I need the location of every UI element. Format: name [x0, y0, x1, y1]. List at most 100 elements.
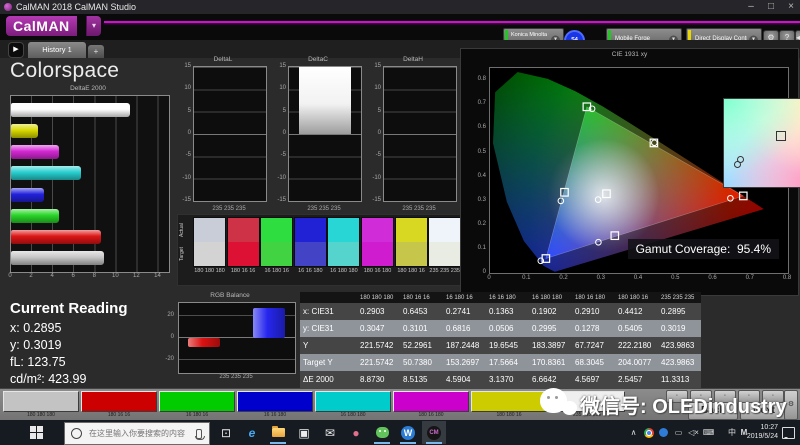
store-icon[interactable]: ▣ — [292, 421, 316, 444]
table-cell: 0.1363 — [486, 303, 529, 320]
table-cell: 50.7380 — [400, 354, 443, 371]
reading-y: y: 0.3019 — [10, 338, 61, 352]
tab-history-1[interactable]: History 1 — [28, 42, 86, 58]
delta-bar — [299, 67, 351, 134]
deltae-bar-row — [11, 124, 169, 138]
cie-chromaticity-chart: Gamut Coverage: 95.4% — [489, 67, 789, 274]
swatch-label: 180 180 16 — [395, 268, 428, 274]
table-cell: 4.5904 — [443, 371, 486, 388]
deltae-bar-gray — [11, 251, 104, 265]
axis-tick-label: 0.8 — [783, 275, 791, 281]
add-tab-button[interactable]: + — [88, 45, 104, 58]
back-button[interactable]: Back — [688, 402, 738, 420]
strip-settings-button[interactable]: ⚙ — [784, 390, 798, 420]
swatch-label: 235 235 235 — [428, 268, 461, 274]
strip-toolbar-button-1[interactable]: ◦ — [666, 390, 688, 403]
window-title: CalMAN 2018 CalMAN Studio — [16, 0, 136, 14]
strip-patch-label: 180 16 180 — [393, 412, 469, 418]
delta-chart-plot — [383, 66, 457, 202]
clock-time: 10:27 — [747, 423, 778, 432]
wechat-icon[interactable] — [370, 421, 394, 444]
axis-tick-label: 0.7 — [746, 275, 754, 281]
axis-tick-label: -15 — [182, 197, 191, 203]
rgb-bar-blue — [253, 308, 284, 338]
actual-row-label: Actual — [179, 218, 189, 242]
task-view-icon[interactable]: ⊡ — [214, 421, 238, 444]
rgb-balance-chart — [178, 302, 296, 374]
next-button[interactable]: Next — [740, 402, 788, 420]
volume-muted-icon[interactable]: ◁× — [686, 420, 701, 445]
start-button[interactable] — [30, 426, 43, 439]
swatch-label: 180 16 16 — [227, 268, 260, 274]
swatch-label: 16 180 16 — [260, 268, 293, 274]
swatch-4 — [294, 217, 327, 267]
app-pink-icon[interactable]: ● — [344, 421, 368, 444]
axis-tick-label: -20 — [165, 356, 174, 362]
chrome-tray-icon[interactable] — [641, 420, 656, 445]
axis-tick-label: 5 — [283, 108, 286, 114]
close-button[interactable]: × — [782, 0, 800, 14]
swatch-label: 16 16 180 — [294, 268, 327, 274]
swatch-6 — [361, 217, 394, 267]
axis-tick-label: 0.3 — [597, 275, 605, 281]
swatch-8 — [428, 217, 461, 267]
strip-patch-label: 180 16 16 — [81, 412, 157, 418]
swatch-comparison-panel: Actual Target 180 180 180180 16 1616 180… — [177, 214, 462, 286]
mail-icon[interactable]: ✉ — [318, 421, 342, 444]
table-cell: 19.6545 — [486, 337, 529, 354]
deltae-chart — [10, 95, 170, 273]
taskbar-search[interactable] — [64, 422, 210, 445]
calman-icon[interactable]: CM — [422, 421, 446, 444]
axis-tick-label: 0.6 — [478, 124, 486, 130]
delta-panel-deltah: DeltaH151050-5-10-15235 235 235 — [369, 56, 457, 212]
maximize-button[interactable]: □ — [762, 0, 780, 14]
table-row: ΔE 20008.87308.51354.59043.13706.66424.5… — [300, 371, 701, 388]
table-cell: 67.7247 — [572, 337, 615, 354]
axis-tick-label: 0.2 — [478, 221, 486, 227]
table-cell: 0.2995 — [529, 320, 572, 337]
axis-tick-label: -5 — [281, 152, 286, 158]
ime-indicator[interactable]: 中 — [726, 420, 738, 445]
table-cell: 0.3019 — [658, 320, 701, 337]
minimize-button[interactable]: – — [742, 0, 760, 14]
delta-x-label: 235 235 235 — [383, 206, 455, 212]
notification-center-icon[interactable] — [782, 427, 795, 439]
table-cell: 0.1902 — [529, 303, 572, 320]
file-explorer-icon[interactable] — [266, 421, 290, 444]
calman-app-window: CalMAN 2018 CalMAN Studio – □ × CalMAN ▾… — [0, 0, 800, 445]
calman-logo-button[interactable]: CalMAN — [6, 16, 77, 36]
taskbar-clock[interactable]: 10:27 2019/5/24 — [747, 423, 778, 441]
battery-icon[interactable]: ▭ — [671, 420, 686, 445]
tray-expand-icon[interactable]: ∧ — [626, 420, 641, 445]
zero-line — [289, 134, 361, 135]
table-cell: 68.3045 — [572, 354, 615, 371]
deltae-chart-title: DeltaE 2000 — [6, 85, 170, 92]
chevron-down-icon[interactable]: ▾ — [86, 16, 101, 36]
axis-tick-label: -5 — [186, 152, 191, 158]
microphone-icon[interactable] — [196, 429, 202, 439]
zero-line — [384, 134, 456, 135]
column-header: 180 180 16 — [615, 292, 658, 303]
touch-keyboard-icon[interactable]: ⌨ — [701, 420, 716, 445]
app-w-icon[interactable]: W — [396, 421, 420, 444]
strip-patch-6 — [393, 391, 469, 412]
cie-chart-title: CIE 1931 xy — [461, 51, 798, 58]
deltae-bar-green — [11, 209, 59, 223]
workflow-menu-button[interactable]: ▶ — [8, 42, 24, 58]
row-label: y: CIE31 — [300, 320, 357, 337]
play-icon: ▶ — [13, 46, 18, 53]
gear-icon: ⚙ — [788, 401, 794, 408]
white-measured-marker — [737, 156, 744, 163]
axis-tick-label: 15 — [184, 63, 191, 69]
strip-patch-4 — [237, 391, 313, 412]
swatch-7 — [395, 217, 428, 267]
table-cell: 0.3101 — [400, 320, 443, 337]
table-cell: 0.3047 — [357, 320, 400, 337]
swatch-3 — [260, 217, 293, 267]
table-cell: 0.2895 — [658, 303, 701, 320]
table-row: y: CIE310.30470.31010.68160.05060.29950.… — [300, 320, 701, 337]
search-input[interactable] — [87, 428, 193, 439]
edge-icon[interactable]: e — [240, 421, 264, 444]
cortana-tray-icon[interactable] — [656, 420, 671, 445]
swatch-label: 16 180 180 — [327, 268, 360, 274]
